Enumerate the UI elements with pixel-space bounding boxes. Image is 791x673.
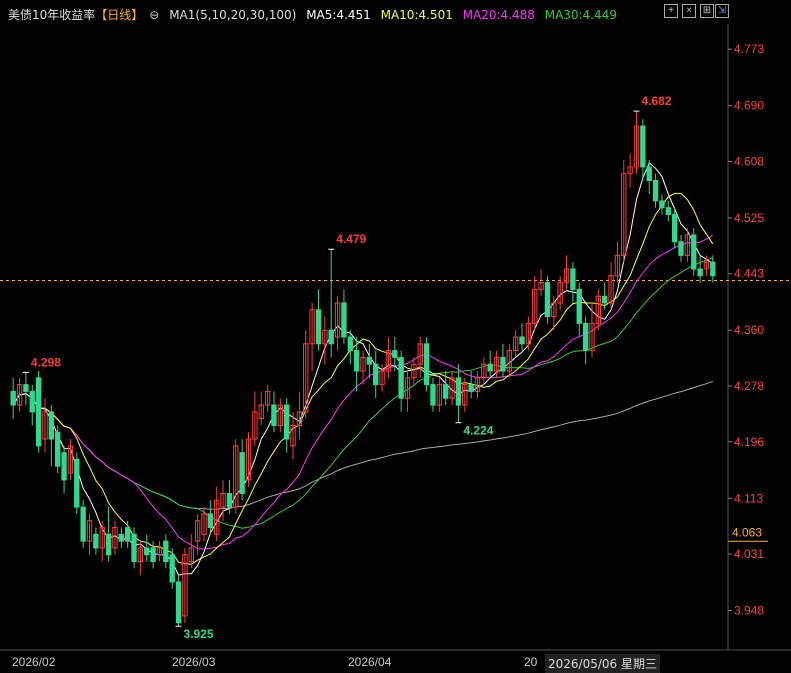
- x-label-apr: 2026/04: [348, 655, 392, 669]
- legend-ma10: MA10:4.501: [380, 8, 453, 22]
- candle-body: [341, 302, 347, 338]
- candle-body: [131, 533, 137, 563]
- y-tick-label: 4.443: [734, 267, 764, 281]
- candle-body: [468, 384, 474, 392]
- candle-body: [710, 261, 716, 277]
- ma100-line: [12, 380, 713, 510]
- candle-body: [640, 125, 646, 168]
- annotation-label: 4.479: [336, 232, 366, 246]
- zoom-icon[interactable]: ⊖: [149, 8, 159, 22]
- candle-body: [169, 554, 175, 583]
- candle-body: [671, 214, 678, 243]
- candle-body: [392, 350, 398, 358]
- export-icon[interactable]: ⇲: [715, 4, 729, 18]
- y-tick-label: 4.525: [734, 211, 764, 225]
- candle-body: [10, 390, 16, 406]
- candle-body: [150, 547, 156, 563]
- candle-body: [35, 377, 42, 447]
- annotation-label: 3.925: [184, 627, 214, 641]
- legend-ma5: MA5:4.451: [306, 8, 371, 22]
- candle-body: [175, 581, 182, 624]
- x-label-mar: 2026/03: [172, 655, 216, 669]
- layout-icon[interactable]: ⊞: [700, 4, 714, 18]
- y-tick-label: 4.360: [734, 323, 764, 337]
- candle-body: [124, 527, 131, 542]
- candle-body: [118, 533, 124, 542]
- candle-body: [105, 533, 112, 556]
- candle-body: [665, 207, 671, 216]
- y-tick-label: 4.196: [734, 435, 764, 449]
- candle-body: [347, 336, 353, 352]
- candle-body: [23, 384, 29, 392]
- candle-body: [691, 234, 697, 270]
- candle-body: [55, 431, 61, 467]
- candle-body: [430, 384, 436, 406]
- candle-body: [570, 268, 576, 290]
- candle-body: [652, 180, 659, 202]
- candle-body: [93, 533, 99, 549]
- y-tick-label: 4.773: [734, 42, 764, 56]
- candle-body: [163, 540, 169, 563]
- candle-body: [239, 452, 245, 495]
- chart-legend: 美债10年收益率【日线】 ⊖ MA1(5,10,20,30,100) MA5:4.…: [8, 6, 623, 23]
- candle-body: [576, 288, 582, 324]
- candlestick-chart: 4.773 4.690 4.608 4.525 4.443 4.360 4.278 4.196…: [0, 24, 791, 651]
- candle-body: [500, 356, 506, 372]
- candle-body: [398, 356, 404, 399]
- legend-ma30: MA30:4.449: [544, 8, 617, 22]
- candle-body: [697, 268, 703, 277]
- candle-body: [443, 384, 449, 399]
- y-tick-label: 4.031: [734, 547, 764, 561]
- candle-body: [678, 241, 684, 256]
- candle-body: [582, 322, 589, 352]
- candle-body: [315, 309, 322, 345]
- legend-period[interactable]: 【日线】: [95, 8, 143, 22]
- candle-body: [423, 343, 430, 386]
- y-tick-label: 4.113: [734, 491, 763, 505]
- candle-body: [646, 166, 652, 182]
- candle-body: [373, 363, 379, 386]
- candle-body: [144, 547, 150, 556]
- y-tick-label: 4.278: [734, 379, 764, 393]
- y-tick-label: 4.690: [734, 99, 764, 113]
- ma20-line: [12, 234, 714, 550]
- candle-body: [74, 458, 80, 508]
- candle-body: [207, 513, 214, 529]
- candle-body: [353, 350, 360, 372]
- legend-title: 美债10年收益率: [8, 8, 96, 22]
- legend-ma20: MA20:4.488: [462, 8, 535, 22]
- x-label-feb: 2026/02: [12, 655, 56, 669]
- legend-params: MA1(5,10,20,30,100): [169, 8, 297, 22]
- candle-body: [80, 506, 86, 542]
- cursor-date: 2026/05/06 星期三: [545, 654, 660, 673]
- candle-body: [48, 411, 55, 440]
- y-tick-label: 4.608: [734, 154, 764, 168]
- close-icon[interactable]: ×: [682, 4, 696, 18]
- candle-body: [283, 404, 290, 440]
- candle-body: [455, 377, 462, 406]
- annotation-label: 4.224: [463, 424, 493, 438]
- current-price-label: 4.063: [732, 525, 762, 539]
- candle-body: [366, 356, 373, 365]
- annotation-label: 4.298: [31, 355, 61, 369]
- ma30-line: [12, 257, 713, 529]
- candle-body: [226, 493, 233, 508]
- candle-body: [544, 282, 551, 318]
- annotation-label: 4.682: [641, 94, 671, 108]
- candle-body: [328, 329, 334, 345]
- candle-body: [29, 390, 35, 413]
- y-tick-label: 3.948: [734, 604, 764, 618]
- candle-body: [487, 363, 493, 372]
- candle-body: [659, 200, 665, 209]
- candle-body: [271, 404, 277, 426]
- x-label-may-partial: 20: [524, 655, 538, 669]
- add-icon[interactable]: +: [664, 4, 678, 18]
- candle-body: [519, 336, 525, 345]
- candle-body: [602, 295, 608, 304]
- candle-body: [61, 452, 67, 481]
